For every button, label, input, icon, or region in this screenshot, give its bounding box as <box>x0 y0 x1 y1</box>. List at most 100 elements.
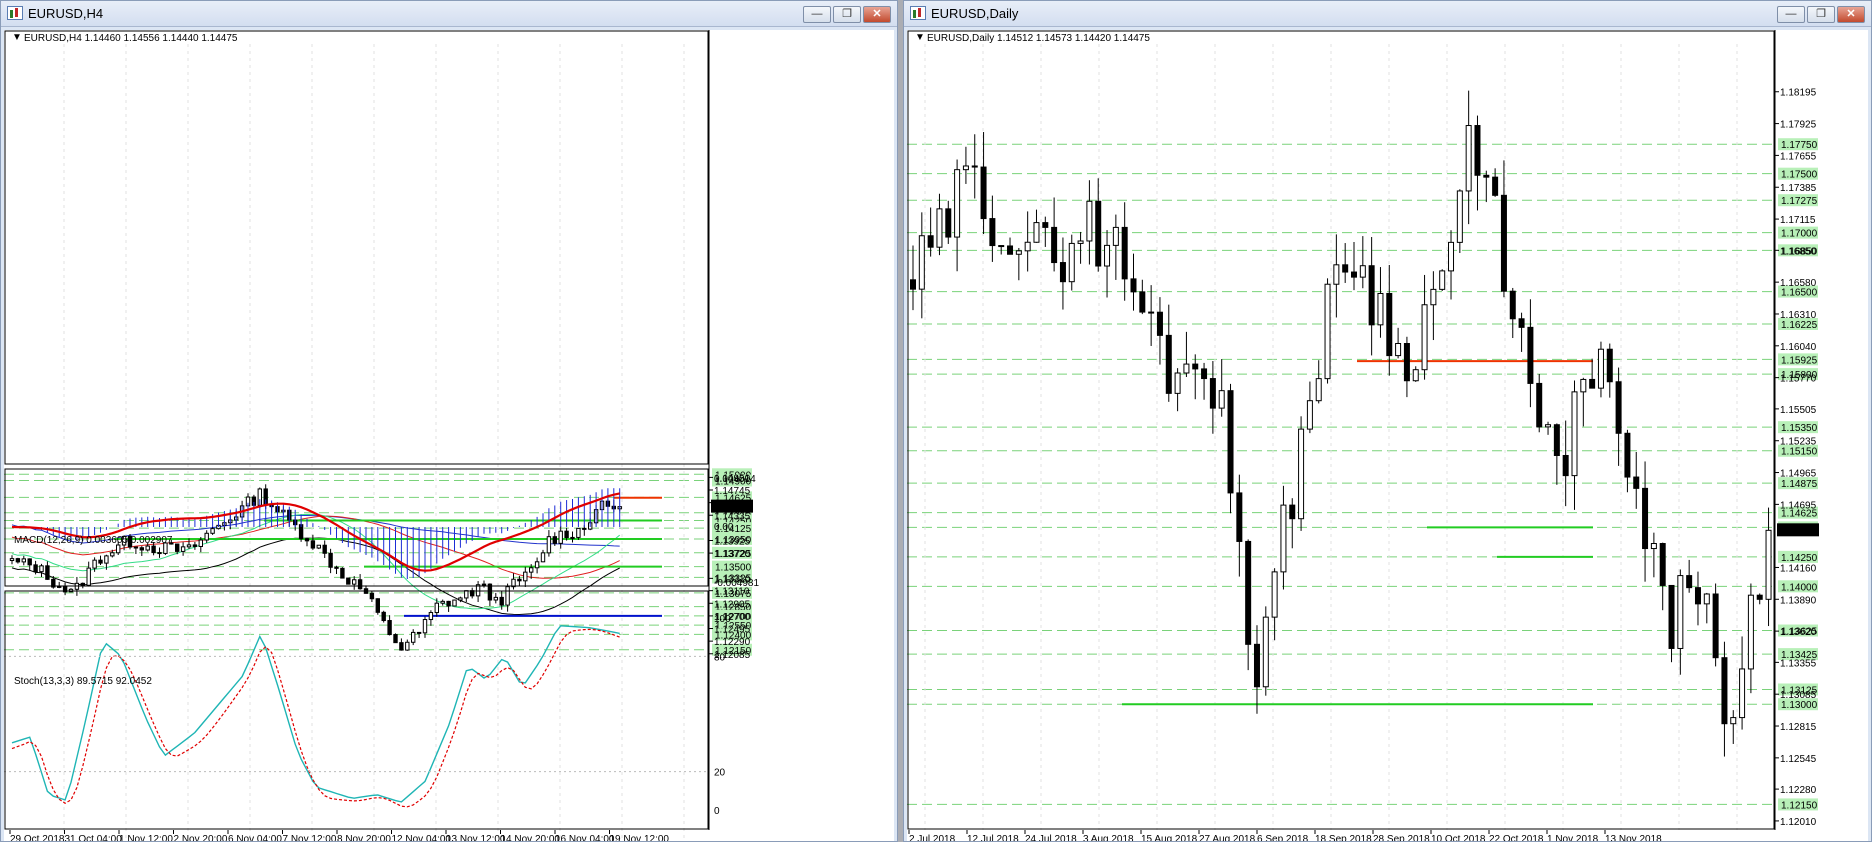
window-titlebar[interactable]: EURUSD,Daily — ❐ ✕ <box>904 1 1871 27</box>
candle-body <box>1104 244 1111 267</box>
chart-canvas-daily[interactable]: 1.17750 1.17500 1.17275 1.17000 1.16850 1.165… <box>907 30 1868 841</box>
time-label: 2 Jul 2018 <box>909 834 956 841</box>
candle-body <box>1686 575 1693 589</box>
candle-body <box>1077 240 1084 244</box>
price-label: 1.14965 <box>1780 469 1817 480</box>
chart-grid <box>924 44 1738 830</box>
candle-body <box>210 528 215 534</box>
candle-body <box>1509 290 1516 320</box>
candle-body <box>1121 226 1128 280</box>
stoch-scale-label: 20 <box>714 768 726 779</box>
time-label: 2 Nov 20:00 <box>174 834 228 841</box>
candle-body <box>387 620 392 636</box>
candle-body <box>1545 424 1552 428</box>
pane-frames <box>4 30 710 830</box>
time-label: 29 Oct 2018 <box>10 834 65 841</box>
zone-label: 1.16225 <box>1781 320 1818 331</box>
candle-body <box>204 532 209 541</box>
candle-body <box>340 567 345 579</box>
candle-body <box>139 547 145 551</box>
chart-area-daily[interactable]: 1.17750 1.17500 1.17275 1.17000 1.16850 1.165… <box>907 30 1868 841</box>
candle-body <box>529 567 534 573</box>
candle-body <box>1712 593 1719 659</box>
candle-body <box>1483 174 1490 178</box>
zone-label: 1.15925 <box>1781 355 1818 366</box>
candle-body <box>576 527 581 538</box>
minimize-button[interactable]: — <box>1777 6 1805 23</box>
time-scale: 29 Oct 2018 31 Oct 04:001 Nov 12:00 2 Nov … <box>9 830 669 841</box>
candle-body <box>1148 311 1155 314</box>
time-label: 28 Sep 2018 <box>1373 834 1430 841</box>
candle-body <box>104 555 109 564</box>
candle-body <box>1703 593 1710 605</box>
chart-window-eurusd-daily[interactable]: EURUSD,Daily — ❐ ✕ 1.17750 1.17500 1.17275… <box>903 0 1872 842</box>
price-label: 1.17385 <box>1780 183 1817 194</box>
close-button[interactable]: ✕ <box>863 6 891 23</box>
candle-body <box>1192 363 1199 370</box>
candle-body <box>918 235 925 290</box>
window-titlebar[interactable]: EURUSD,H4 — ❐ ✕ <box>1 1 897 27</box>
candle-body <box>910 279 916 290</box>
candle-body <box>1412 369 1419 382</box>
restore-button[interactable]: ❐ <box>833 6 861 23</box>
candle-body <box>151 545 156 554</box>
chart-window-eurusd-h4[interactable]: EURUSD,H4 — ❐ ✕ 1.150001.149001.146251.1… <box>0 0 898 842</box>
time-label: 1 Nov 2018 <box>1547 834 1599 841</box>
close-button[interactable]: ✕ <box>1837 6 1865 23</box>
price-label: 1.18195 <box>1780 88 1817 99</box>
chart-canvas-h4[interactable]: 1.150001.149001.146251.143751.142501.141… <box>4 30 894 841</box>
zone-label: 1.15150 <box>1781 447 1818 458</box>
pane-border <box>4 590 709 830</box>
candle-body <box>1033 222 1040 243</box>
candle-body <box>1642 487 1649 550</box>
chart-info-labels: ▼ EURUSD,Daily 1.14512 1.14573 1.14420 1… <box>915 32 1150 44</box>
chart-area-h4[interactable]: 1.150001.149001.146251.143751.142501.141… <box>4 30 894 841</box>
zone-label: 1.16500 <box>1781 288 1818 299</box>
candle-body <box>936 208 943 248</box>
candle-body <box>1298 428 1305 520</box>
candle-body <box>1633 476 1640 489</box>
candle-body <box>1156 311 1163 336</box>
candle-body <box>110 552 115 557</box>
candle-body <box>1059 262 1066 283</box>
chart-info-labels: ▼ EURUSD,H4 1.14460 1.14556 1.14440 1.14… <box>12 32 238 687</box>
restore-button[interactable]: ❐ <box>1807 6 1835 23</box>
window-title: EURUSD,Daily <box>931 6 1019 21</box>
candle-body <box>1386 292 1393 357</box>
candle-body <box>80 582 85 586</box>
candle-body <box>1024 241 1031 252</box>
candle-body <box>186 544 192 548</box>
pane-border <box>4 30 709 465</box>
candle-body <box>1342 264 1349 273</box>
horizontal-levels <box>1122 360 1593 706</box>
candle-body <box>145 545 150 551</box>
candle-body <box>1518 318 1525 328</box>
candle-body <box>27 558 32 566</box>
price-label: 1.13355 <box>1780 658 1817 669</box>
time-label: 10 Oct 2018 <box>1431 834 1486 841</box>
candle-body <box>1368 265 1375 326</box>
candle-body <box>1112 226 1119 246</box>
macd-scale-label: 0.00 <box>714 522 734 533</box>
chart-info-label: EURUSD,Daily 1.14512 1.14573 1.14420 1.1… <box>927 33 1150 44</box>
price-label: 1.14160 <box>1780 563 1817 574</box>
candle-body <box>1562 454 1569 477</box>
candle-body <box>534 561 540 569</box>
time-label: 3 Aug 2018 <box>1083 834 1134 841</box>
time-label: 8 Nov 20:00 <box>337 834 391 841</box>
candle-body <box>316 544 322 549</box>
candle-body <box>558 530 563 544</box>
macd-label: MACD(12,26,9) 0.003605 0.002907 <box>14 535 173 546</box>
price-label: 1.14695 <box>1780 500 1817 511</box>
chart-grid <box>63 44 685 841</box>
minimize-button[interactable]: — <box>803 6 831 23</box>
time-label: 13 Nov 12:00 <box>446 834 506 841</box>
candle-body <box>9 558 15 561</box>
candle-body <box>1527 326 1534 384</box>
price-label: 1.16310 <box>1780 310 1817 321</box>
candle-body <box>428 612 434 621</box>
candle-body <box>322 544 327 554</box>
time-label: 24 Jul 2018 <box>1025 834 1077 841</box>
price-label: 1.13890 <box>1780 595 1817 606</box>
candle-body <box>422 619 428 634</box>
